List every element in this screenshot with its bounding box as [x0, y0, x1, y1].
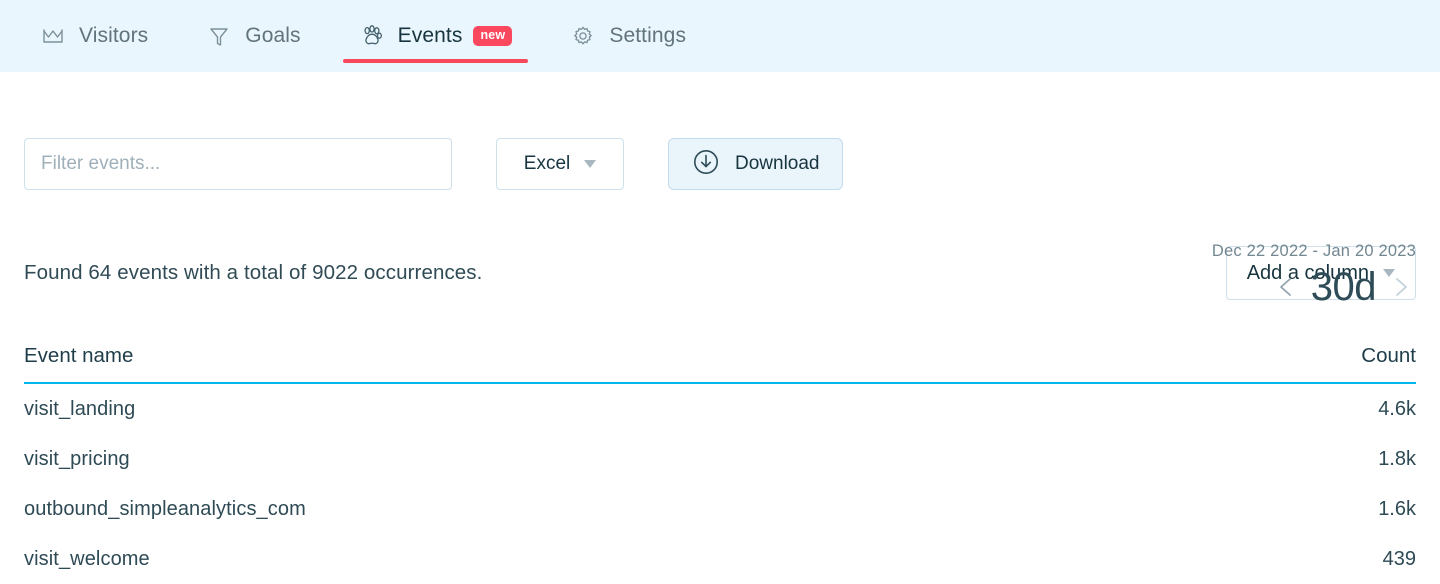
tab-label-events: Events [397, 24, 463, 47]
previous-period-button[interactable] [1271, 270, 1301, 304]
next-period-button[interactable] [1386, 270, 1416, 304]
events-page: Dec 22 2022 - Jan 20 2023 30d Excel [0, 138, 1440, 584]
events-toolbar: Excel Download [24, 138, 1416, 190]
table-header-row: Event name Count [24, 344, 1416, 384]
date-range-text: Dec 22 2022 - Jan 20 2023 [1211, 242, 1416, 260]
download-button[interactable]: Download [668, 138, 843, 190]
event-count-cell: 1.6k [1378, 497, 1416, 520]
tab-active-underline [342, 59, 529, 63]
period-label[interactable]: 30d [1311, 267, 1377, 307]
table-row[interactable]: visit_landing 4.6k [24, 384, 1416, 434]
filter-events-input[interactable] [24, 138, 452, 190]
paw-print-icon [359, 23, 385, 49]
events-table: Event name Count visit_landing 4.6k visi… [24, 344, 1416, 584]
date-range-control: Dec 22 2022 - Jan 20 2023 30d [1116, 242, 1416, 307]
table-row[interactable]: visit_pricing 1.8k [24, 434, 1416, 484]
tab-label-settings: Settings [609, 24, 687, 47]
event-name-cell: visit_landing [24, 397, 136, 420]
table-row[interactable]: outbound_simpleanalytics_com 1.6k [24, 484, 1416, 534]
event-count-cell: 4.6k [1378, 397, 1416, 420]
funnel-icon [206, 23, 232, 49]
chart-line-icon [40, 23, 66, 49]
event-name-cell: outbound_simpleanalytics_com [24, 497, 306, 520]
export-format-select[interactable]: Excel [496, 138, 624, 190]
tab-events[interactable]: Events new [342, 0, 529, 72]
export-format-value: Excel [523, 153, 571, 174]
chevron-down-icon [584, 160, 597, 168]
table-row[interactable]: visit_welcome 439 [24, 534, 1416, 584]
tab-new-badge: new [473, 26, 513, 46]
download-circle-arrow-icon [691, 147, 721, 182]
column-header-event-name[interactable]: Event name [24, 344, 133, 368]
download-label: Download [735, 153, 820, 174]
tab-visitors[interactable]: Visitors [24, 0, 164, 72]
event-name-cell: visit_pricing [24, 447, 130, 470]
tab-label-visitors: Visitors [79, 24, 149, 47]
column-header-count[interactable]: Count [1361, 344, 1416, 368]
found-events-text: Found 64 events with a total of 9022 occ… [24, 261, 483, 284]
tab-label-goals: Goals [245, 24, 301, 47]
main-navigation: Visitors Goals Events new Settings [0, 0, 1440, 72]
tab-goals[interactable]: Goals [190, 0, 316, 72]
period-selector: 30d [1116, 267, 1416, 307]
event-count-cell: 1.8k [1378, 447, 1416, 470]
gear-icon [570, 23, 596, 49]
tab-settings[interactable]: Settings [554, 0, 702, 72]
